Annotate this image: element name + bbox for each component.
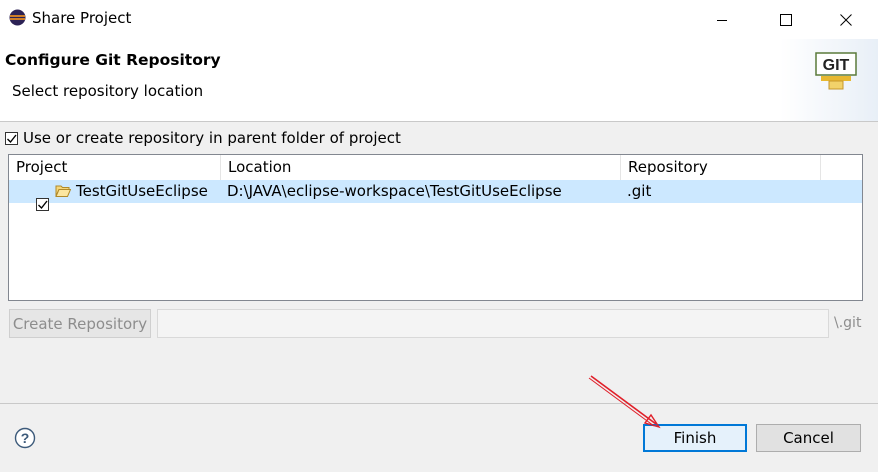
parent-folder-checkbox[interactable]	[5, 132, 18, 145]
open-folder-icon	[55, 185, 71, 197]
cell-repository: .git	[627, 182, 652, 200]
maximize-button[interactable]	[760, 0, 812, 39]
parent-folder-label[interactable]: Use or create repository in parent folde…	[23, 129, 401, 147]
git-logo-icon: GIT	[815, 52, 857, 90]
column-header-repository[interactable]: Repository	[621, 155, 821, 180]
minimize-button[interactable]	[696, 0, 748, 39]
git-logo-text: GIT	[823, 57, 850, 74]
cancel-button[interactable]: Cancel	[756, 424, 861, 452]
page-title: Configure Git Repository	[5, 51, 221, 69]
repository-path-field[interactable]	[157, 309, 829, 338]
svg-text:?: ?	[21, 430, 30, 446]
row-checkbox[interactable]	[36, 198, 49, 211]
cell-location: D:\JAVA\eclipse-workspace\TestGitUseEcli…	[227, 182, 562, 200]
page-subtitle: Select repository location	[12, 82, 204, 100]
cell-project: TestGitUseEclipse	[76, 182, 208, 200]
annotation-arrow-icon	[588, 375, 661, 429]
minimize-icon	[717, 19, 727, 21]
close-icon	[840, 13, 852, 26]
maximize-icon	[780, 13, 792, 26]
close-button[interactable]	[820, 0, 872, 39]
column-header-project[interactable]: Project	[9, 155, 221, 180]
eclipse-icon	[9, 9, 26, 26]
checkmark-icon	[7, 134, 17, 144]
footer-divider	[0, 403, 878, 404]
help-icon[interactable]: ?	[14, 427, 36, 449]
column-header-location[interactable]: Location	[221, 155, 621, 180]
window-title: Share Project	[32, 9, 132, 27]
create-repository-button[interactable]: Create Repository	[9, 309, 151, 338]
checkmark-icon	[38, 200, 48, 210]
git-suffix-label: \.git	[834, 315, 862, 331]
